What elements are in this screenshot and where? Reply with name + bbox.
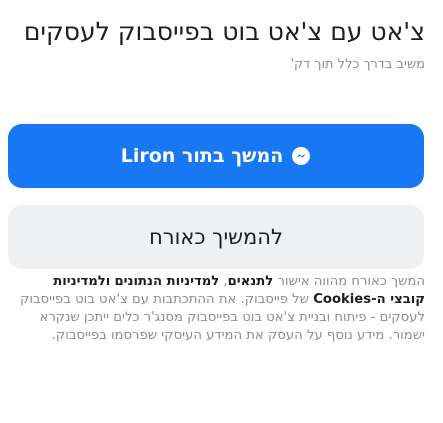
data-policy-link[interactable]: למדיניות הנתונים bbox=[114, 274, 219, 289]
messenger-icon bbox=[291, 146, 311, 166]
response-time: משיב בדרך כלל תוך דק' bbox=[290, 57, 425, 72]
chat-plugin-welcome: צ'אט עם צ'אט בוט בפייסבוק לעסקים משיב בד… bbox=[0, 0, 443, 423]
continue-as-guest-button[interactable]: להמשיך כאורח bbox=[8, 205, 424, 269]
continue-as-guest-label: להמשיך כאורח bbox=[149, 225, 283, 249]
page-title: צ'אט עם צ'אט בוט בפייסבוק לעסקים bbox=[23, 17, 425, 46]
continue-as-user-label: המשך בתור Liron bbox=[120, 145, 284, 167]
disclaimer-text: המשך כאורח מהווה אישור לתנאים, למדיניות … bbox=[15, 273, 425, 345]
disclaimer-part-1: המשך כאורח מהווה אישור bbox=[273, 274, 425, 289]
terms-link[interactable]: לתנאים bbox=[228, 274, 274, 289]
disclaimer-part-2: , bbox=[219, 274, 228, 289]
continue-as-user-button[interactable]: המשך בתור Liron bbox=[8, 124, 424, 188]
